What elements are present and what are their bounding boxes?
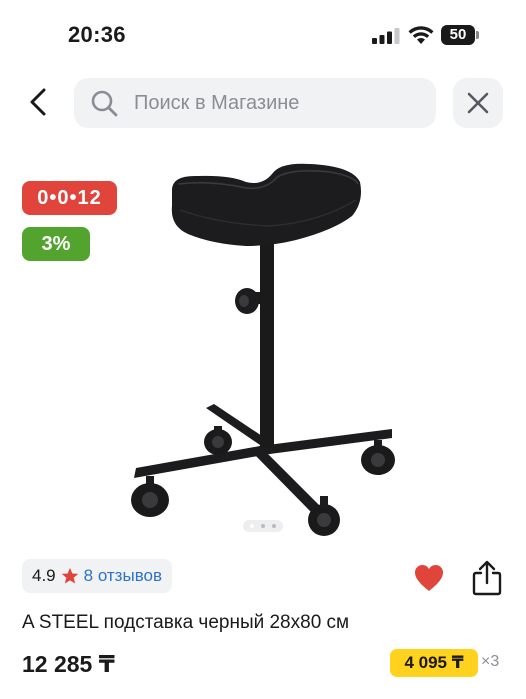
installment-badge: 0•0•12 bbox=[22, 181, 117, 215]
pagination-dot-active[interactable] bbox=[250, 524, 254, 528]
battery-indicator: 50 bbox=[441, 25, 479, 45]
wifi-icon bbox=[408, 26, 434, 44]
installment-price[interactable]: 4 095 ₸ bbox=[390, 649, 478, 677]
product-price: 12 285 ₸ bbox=[22, 651, 115, 677]
close-icon bbox=[467, 92, 489, 114]
chevron-left-icon[interactable] bbox=[22, 84, 58, 120]
search-input[interactable] bbox=[134, 78, 424, 128]
installment-multiplier: ×3 bbox=[481, 653, 500, 670]
bonus-badge: 3% Б bbox=[22, 227, 90, 289]
gallery-pagination bbox=[243, 520, 283, 532]
search-box[interactable] bbox=[74, 78, 436, 128]
rating-chip[interactable]: 4.9 8 отзывов bbox=[22, 559, 173, 593]
battery-tip bbox=[476, 31, 479, 39]
pagination-dot[interactable] bbox=[261, 524, 265, 528]
heart-icon[interactable] bbox=[414, 564, 444, 592]
battery-level: 50 bbox=[441, 25, 475, 45]
cellular-signal-icon bbox=[372, 28, 400, 44]
reviews-link[interactable]: 8 отзывов bbox=[84, 566, 162, 586]
product-title: A STEEL подставка черный 28х80 см bbox=[22, 612, 350, 633]
share-icon[interactable] bbox=[472, 560, 502, 596]
close-button[interactable] bbox=[453, 78, 503, 128]
pagination-dot[interactable] bbox=[272, 524, 276, 528]
search-icon bbox=[91, 90, 118, 117]
star-icon bbox=[61, 567, 78, 584]
rating-value: 4.9 bbox=[32, 566, 56, 585]
product-image[interactable] bbox=[120, 150, 420, 540]
status-time: 20:36 bbox=[68, 22, 126, 47]
status-bar: 20:36 50 bbox=[0, 0, 526, 70]
search-header bbox=[0, 78, 526, 128]
